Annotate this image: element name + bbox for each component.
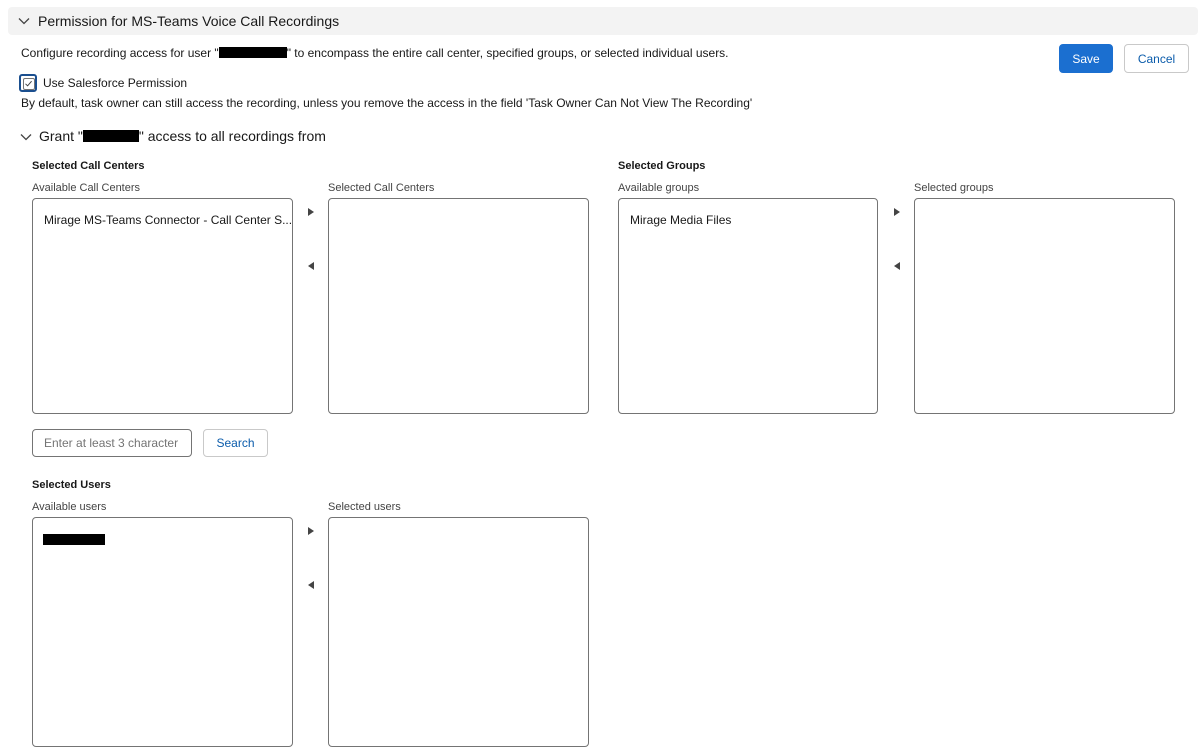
move-left-icon[interactable] (305, 579, 317, 591)
save-button[interactable]: Save (1059, 44, 1113, 73)
available-call-centers-label: Available Call Centers (32, 182, 141, 194)
selected-groups-label: Selected groups (914, 182, 994, 194)
groups-title: Selected Groups (618, 160, 706, 172)
selected-users-label: Selected users (328, 501, 401, 513)
available-call-centers-list[interactable]: Mirage MS-Teams Connector - Call Center … (32, 198, 293, 414)
available-groups-list[interactable]: Mirage Media Files (618, 198, 878, 414)
list-item[interactable]: Mirage MS-Teams Connector - Call Center … (44, 213, 292, 227)
list-item[interactable] (43, 533, 105, 547)
available-users-list[interactable] (32, 517, 293, 747)
selected-groups-list[interactable] (914, 198, 1175, 414)
chevron-down-icon (18, 18, 30, 25)
user-search-input[interactable] (32, 429, 192, 457)
redacted-username (82, 130, 139, 142)
move-left-icon[interactable] (305, 260, 317, 272)
check-icon (25, 80, 32, 87)
permission-note: By default, task owner can still access … (21, 96, 753, 110)
section-title: Permission for MS-Teams Voice Call Recor… (38, 13, 340, 29)
chevron-down-icon[interactable] (20, 131, 32, 143)
users-title: Selected Users (32, 479, 111, 491)
redacted-user-name (43, 534, 105, 545)
selected-call-centers-label: Selected Call Centers (328, 182, 435, 194)
move-left-icon[interactable] (891, 260, 903, 272)
move-right-icon[interactable] (305, 525, 317, 537)
call-centers-title: Selected Call Centers (32, 160, 145, 172)
move-right-icon[interactable] (305, 206, 317, 218)
move-right-icon[interactable] (891, 206, 903, 218)
description-text: Configure recording access for user " " t… (21, 46, 729, 60)
available-groups-label: Available groups (618, 182, 700, 194)
grant-heading: Grant " " access to all recordings from (39, 128, 326, 144)
selected-call-centers-list[interactable] (328, 198, 589, 414)
search-button[interactable]: Search (203, 429, 268, 457)
cancel-button[interactable]: Cancel (1124, 44, 1189, 73)
checkbox-label: Use Salesforce Permission (43, 76, 188, 90)
use-salesforce-permission-checkbox[interactable] (19, 74, 37, 92)
list-item[interactable]: Mirage Media Files (630, 213, 731, 227)
available-users-label: Available users (32, 501, 107, 513)
selected-users-list[interactable] (328, 517, 589, 747)
redacted-username (218, 47, 287, 58)
section-header[interactable]: Permission for MS-Teams Voice Call Recor… (8, 7, 1198, 35)
